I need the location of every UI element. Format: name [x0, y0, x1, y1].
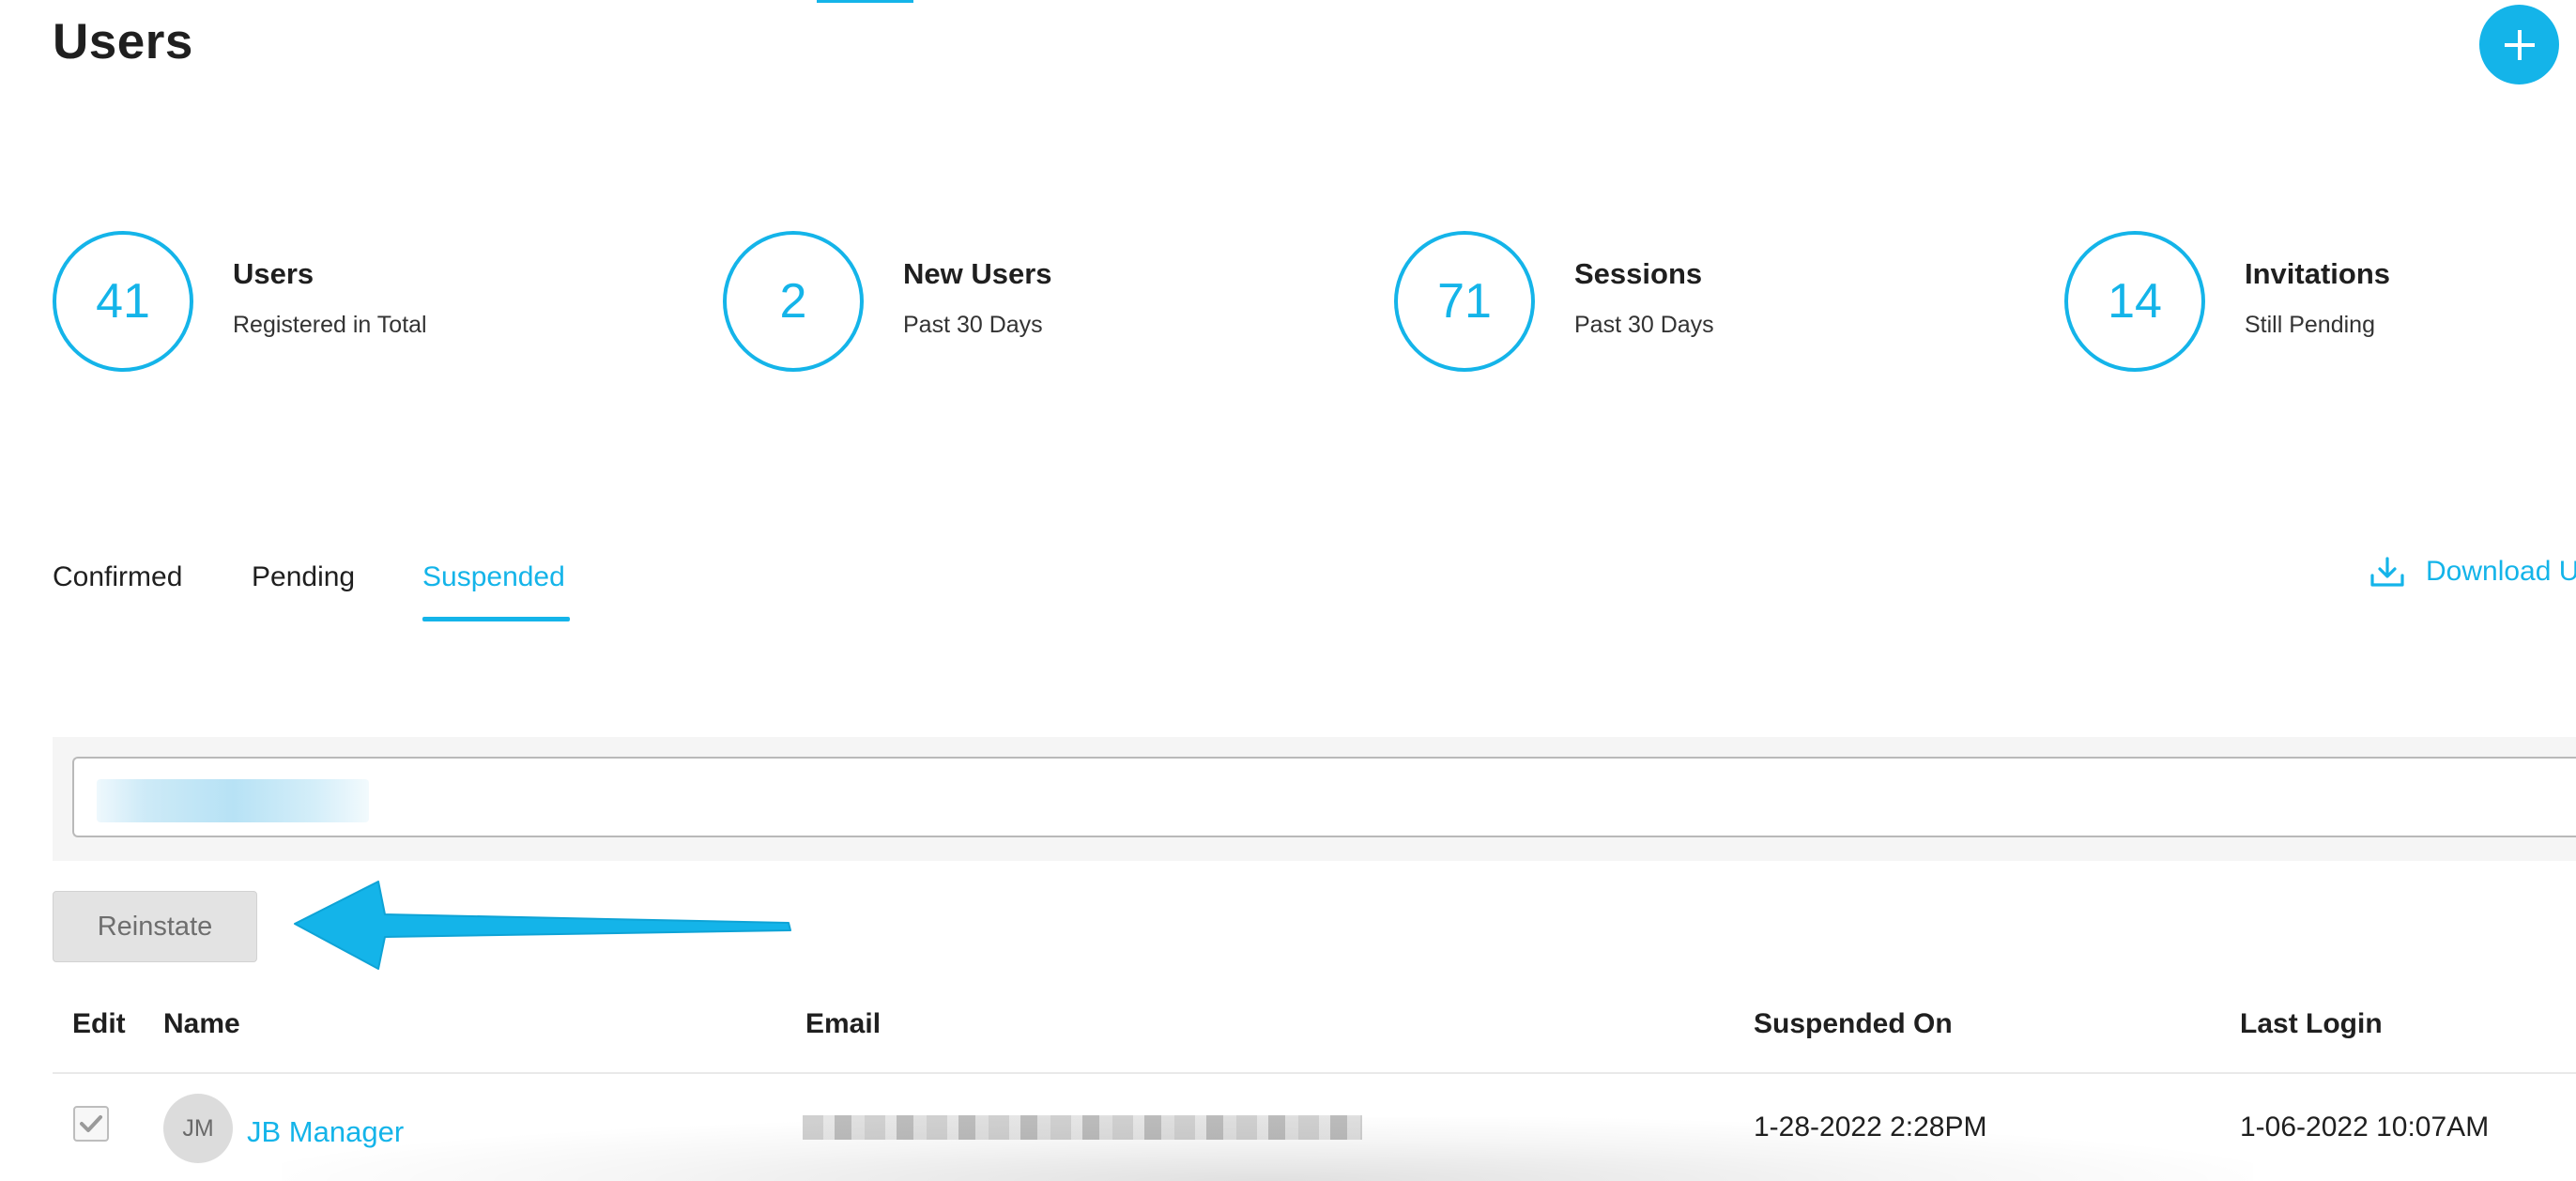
checkmark-icon — [80, 1115, 102, 1132]
tab-confirmed[interactable]: Confirmed — [53, 561, 182, 593]
stat-label: New Users — [903, 257, 1052, 290]
last-login-cell: 1-06-2022 10:07AM — [2240, 1112, 2490, 1143]
page-title: Users — [53, 14, 193, 69]
stat-label: Sessions — [1574, 257, 1703, 290]
stat-subtitle: Past 30 Days — [1574, 312, 1714, 338]
download-label: Download U — [2426, 556, 2576, 587]
redacted-filter-token — [97, 779, 369, 822]
stat-subtitle: Registered in Total — [233, 312, 427, 338]
stat-subtitle: Past 30 Days — [903, 312, 1043, 338]
row-edit-checkbox[interactable] — [73, 1106, 109, 1142]
tab-suspended[interactable]: Suspended — [422, 561, 565, 593]
column-header-name[interactable]: Name — [163, 1008, 240, 1040]
stat-label: Invitations — [2245, 257, 2391, 290]
reinstate-button[interactable]: Reinstate — [53, 891, 257, 962]
search-input[interactable] — [72, 757, 2576, 837]
annotation-arrow — [294, 881, 791, 970]
stat-value: 14 — [2064, 231, 2205, 372]
suspended-on-cell: 1-28-2022 2:28PM — [1754, 1112, 1987, 1143]
redacted-email — [803, 1115, 1362, 1140]
download-users-link[interactable]: Download U — [2369, 556, 2576, 588]
plus-icon — [2504, 29, 2535, 60]
stat-label: Users — [233, 257, 314, 290]
column-header-email[interactable]: Email — [805, 1008, 881, 1040]
filter-panel — [53, 737, 2576, 861]
tab-pending[interactable]: Pending — [252, 561, 355, 593]
stat-value: 71 — [1394, 231, 1535, 372]
avatar: JM — [163, 1094, 233, 1163]
column-header-last-login[interactable]: Last Login — [2240, 1008, 2383, 1040]
column-header-edit: Edit — [72, 1008, 126, 1039]
top-nav-active-indicator — [817, 0, 913, 3]
stat-value: 2 — [723, 231, 864, 372]
download-icon — [2370, 557, 2404, 587]
stat-subtitle: Still Pending — [2245, 312, 2375, 338]
user-name-link[interactable]: JB Manager — [247, 1115, 404, 1149]
table-header-divider — [53, 1072, 2576, 1074]
add-user-button[interactable] — [2479, 5, 2559, 84]
stat-value: 41 — [53, 231, 193, 372]
column-header-suspended-on[interactable]: Suspended On — [1754, 1008, 1953, 1040]
active-tab-indicator — [422, 617, 570, 621]
